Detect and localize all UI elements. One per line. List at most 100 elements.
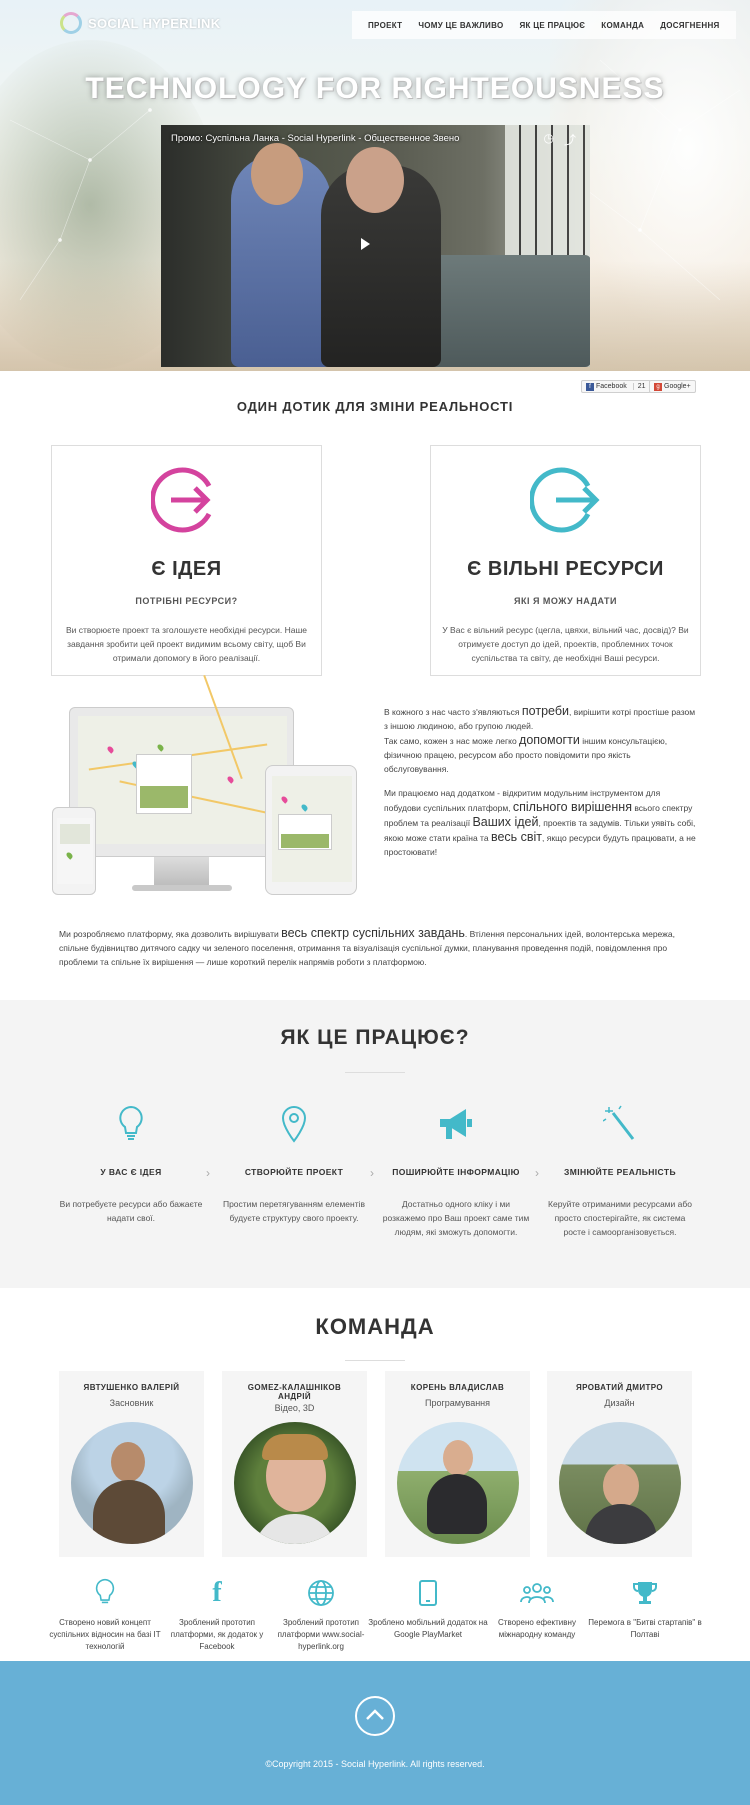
team-member-name: ЯРОВАТИЙ ДМИТРО	[575, 1383, 664, 1392]
step-title: СТВОРЮЙТЕ ПРОЕКТ	[244, 1167, 344, 1177]
team-member-card: ЯВТУШЕНКО ВАЛЕРІЙ Засновник	[59, 1371, 204, 1557]
idea-card-title: Є ІДЕЯ	[151, 558, 222, 580]
step-title: ПОШИРЮЙТЕ ІНФОРМАЦІЮ	[392, 1167, 520, 1177]
free-resources-card-text: У Вас є вільний ресурс (цегла, цвяхи, ві…	[442, 625, 689, 663]
monitor-mockup	[69, 674, 294, 857]
monitor-base	[132, 885, 232, 891]
team-icon	[477, 1577, 597, 1609]
map-pin-icon	[219, 1105, 369, 1145]
play-icon[interactable]	[361, 238, 370, 250]
idea-card-subtitle: ПОТРІБНІ РЕСУРСИ?	[135, 596, 238, 606]
step-title: ЗМІНЮЙТЕ РЕАЛЬНІСТЬ	[564, 1167, 676, 1177]
avatar	[559, 1422, 681, 1544]
about-text: В кожного з нас часто з'являються потреб…	[384, 704, 696, 869]
team-member-name: ЯВТУШЕНКО ВАЛЕРІЙ	[83, 1383, 180, 1392]
team-member-role: Дизайн	[604, 1398, 635, 1408]
team-member-card: ЯРОВАТИЙ ДМИТРО Дизайн	[547, 1371, 692, 1557]
copyright-text: ©Copyright 2015 - Social Hyperlink. All …	[265, 1759, 485, 1769]
team-member-name: GOMEZ-КАЛАШНІКОВ АНДРІЙ	[247, 1383, 342, 1401]
video-title[interactable]: Промо: Суспільна Ланка - Social Hyperlin…	[171, 133, 459, 144]
site-logo[interactable]: SOCIAL HYPERLINK	[60, 12, 220, 34]
achievement-item: f Зроблений прототип платформи, як додат…	[157, 1577, 277, 1653]
achievement-item: Перемога в "Битві стартапів" в Полтаві	[585, 1577, 705, 1641]
step-spread-info: ПОШИРЮЙТЕ ІНФОРМАЦІЮ Достатньо одного кл…	[381, 1105, 531, 1239]
free-resources-card: Є ВІЛЬНІ РЕСУРСИ ЯКІ Я МОЖУ НАДАТИ У Вас…	[430, 445, 701, 676]
main-navigation: ПРОЕКТ ЧОМУ ЦЕ ВАЖЛИВО ЯК ЦЕ ПРАЦЮЄ КОМА…	[352, 11, 736, 39]
trophy-icon	[585, 1577, 705, 1609]
team-heading: КОМАНДА	[315, 1314, 435, 1339]
achievement-text: Зроблений прототип платформи www.social-…	[277, 1618, 365, 1651]
nav-item-why-important[interactable]: ЧОМУ ЦЕ ВАЖЛИВО	[410, 21, 511, 30]
idea-card: Є ІДЕЯ ПОТРІБНІ РЕСУРСИ? Ви створюєте пр…	[51, 445, 322, 676]
how-it-works-heading: ЯК ЦЕ ПРАЦЮЄ?	[280, 1026, 470, 1049]
team-member-role: Програмування	[424, 1398, 491, 1408]
monitor-stand	[154, 857, 209, 887]
google-plus-label: Google+	[664, 383, 691, 390]
step-text: Керуйте отриманими ресурсами або просто …	[548, 1199, 692, 1237]
step-create-project: СТВОРЮЙТЕ ПРОЕКТ Простим перетягуванням …	[219, 1105, 369, 1225]
logo-text: SOCIAL HYPERLINK	[88, 15, 221, 31]
free-resources-card-subtitle: ЯКІ Я МОЖУ НАДАТИ	[513, 596, 618, 606]
footer: ©Copyright 2015 - Social Hyperlink. All …	[0, 1661, 750, 1805]
devices-illustration	[52, 674, 362, 905]
watch-later-icon[interactable]: ◷	[544, 131, 554, 148]
idea-card-text: Ви створюєте проект та зголошуєте необхі…	[65, 625, 308, 663]
video-person-right-head	[346, 147, 404, 213]
about-paragraph-2: Ми працюємо над додатком - відкритим мод…	[384, 788, 696, 857]
team-member-card: GOMEZ-КАЛАШНІКОВ АНДРІЙ Відео, 3D	[222, 1371, 367, 1557]
lightbulb-icon	[56, 1105, 206, 1145]
step-text: Ви потребуєте ресурси або бажаєте надати…	[59, 1199, 203, 1223]
achievement-item: Створено ефективну міжнародну команду	[477, 1577, 597, 1641]
megaphone-icon	[381, 1105, 531, 1145]
chevron-up-icon	[366, 1709, 384, 1720]
promo-video-player[interactable]: Промо: Суспільна Ланка - Social Hyperlin…	[161, 125, 590, 367]
achievement-text: Створено ефективну міжнародну команду	[498, 1618, 576, 1639]
globe-icon	[261, 1577, 381, 1609]
sign-out-icon	[528, 464, 602, 541]
facebook-share-count: 21	[632, 383, 646, 390]
share-icon[interactable]: ⤴	[564, 131, 576, 148]
tablet-mockup	[265, 765, 357, 895]
team-member-name: КОРЕНЬ ВЛАДИСЛАВ	[410, 1383, 505, 1392]
scroll-to-top-button[interactable]	[355, 1696, 395, 1736]
facebook-share-label: Facebook	[596, 383, 627, 390]
nav-item-team[interactable]: КОМАНДА	[593, 21, 652, 30]
phone-mockup	[52, 807, 96, 895]
achievement-text: Перемога в "Битві стартапів" в Полтаві	[588, 1618, 702, 1639]
lightbulb-icon	[45, 1577, 165, 1609]
nav-item-how-it-works[interactable]: ЯК ЦЕ ПРАЦЮЄ	[511, 21, 593, 30]
avatar	[234, 1422, 356, 1544]
chevron-right-icon: ›	[370, 1166, 374, 1180]
achievement-item: Створено новий концепт суспільних віднос…	[45, 1577, 165, 1653]
google-plus-icon: g	[654, 382, 662, 391]
tablet-icon	[368, 1577, 488, 1609]
magic-wand-icon	[545, 1105, 695, 1145]
avatar	[71, 1422, 193, 1544]
hero-section: SOCIAL HYPERLINK ПРОЕКТ ЧОМУ ЦЕ ВАЖЛИВО …	[0, 0, 750, 371]
team-member-role: Засновник	[109, 1398, 154, 1408]
step-have-idea: У ВАС Є ІДЕЯ Ви потребуєте ресурси або б…	[56, 1105, 206, 1225]
facebook-icon: f	[586, 382, 594, 391]
facebook-icon: f	[212, 1577, 222, 1608]
map-screenshot	[78, 674, 287, 844]
achievement-text: Зроблено мобільний додаток на Google Pla…	[368, 1618, 488, 1639]
section-divider	[345, 1360, 405, 1361]
step-text: Простим перетягуванням елементів будуєте…	[222, 1199, 366, 1223]
video-person-left-head	[251, 143, 303, 205]
team-member-role: Відео, 3D	[274, 1403, 315, 1413]
section-divider	[345, 1072, 405, 1073]
nav-item-achievements[interactable]: ДОСЯГНЕННЯ	[652, 21, 727, 30]
about-paragraph-1: В кожного з нас часто з'являються потреб…	[384, 704, 696, 774]
sign-in-icon	[149, 464, 223, 541]
facebook-share-button[interactable]: f Facebook 21	[581, 380, 651, 393]
google-plus-share-button[interactable]: g Google+	[649, 380, 696, 393]
nav-item-project[interactable]: ПРОЕКТ	[360, 21, 410, 30]
achievement-text: Зроблений прототип платформи, як додаток…	[170, 1618, 264, 1651]
step-change-reality: ЗМІНЮЙТЕ РЕАЛЬНІСТЬ Керуйте отриманими р…	[545, 1105, 695, 1239]
achievement-item: Зроблений прототип платформи www.social-…	[261, 1577, 381, 1653]
hero-title: TECHNOLOGY FOR RIGHTEOUSNESS	[85, 72, 665, 105]
chevron-right-icon: ›	[206, 1166, 210, 1180]
team-member-card: КОРЕНЬ ВЛАДИСЛАВ Програмування	[385, 1371, 530, 1557]
platform-description: Ми розробляємо платформу, яка дозволить …	[59, 926, 675, 967]
free-resources-card-title: Є ВІЛЬНІ РЕСУРСИ	[467, 558, 664, 580]
